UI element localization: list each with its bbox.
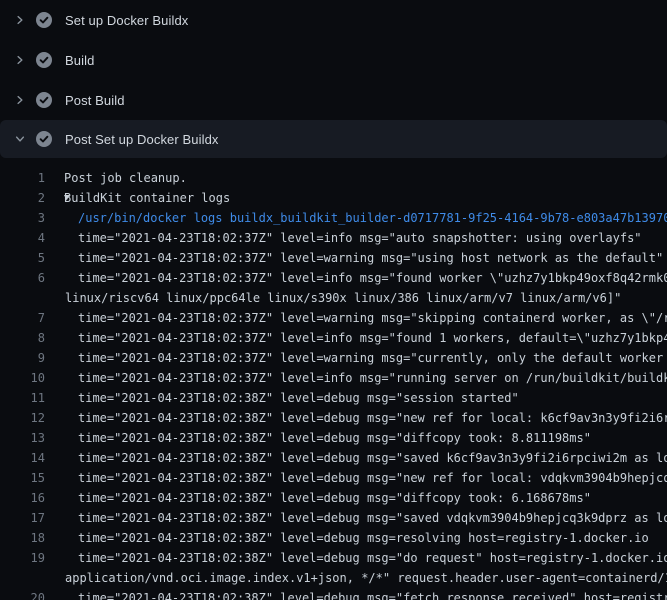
log-line: 18time="2021-04-23T18:02:38Z" level=debu… xyxy=(0,528,667,548)
log-line-number[interactable]: 5 xyxy=(0,248,45,268)
log-line: 9time="2021-04-23T18:02:37Z" level=warni… xyxy=(0,348,667,368)
log-line-text: application/vnd.oci.image.index.v1+json,… xyxy=(45,568,667,588)
chevron-right-icon xyxy=(12,52,28,68)
check-circle-icon xyxy=(36,131,52,147)
log-line-number[interactable]: 12 xyxy=(0,408,45,428)
step-title: Build xyxy=(65,53,94,68)
log-line-number[interactable]: 6 xyxy=(0,268,45,288)
log-line-number[interactable]: 3 xyxy=(0,208,45,228)
chevron-right-icon xyxy=(12,92,28,108)
log-line-number[interactable]: 9 xyxy=(0,348,45,368)
log-line-number[interactable]: 16 xyxy=(0,488,45,508)
log-line-number[interactable]: 17 xyxy=(0,508,45,528)
log-line-number[interactable]: 18 xyxy=(0,528,45,548)
log-line-text: time="2021-04-23T18:02:37Z" level=info m… xyxy=(45,228,642,248)
log-line-number[interactable]: 7 xyxy=(0,308,45,328)
log-line-text: time="2021-04-23T18:02:38Z" level=debug … xyxy=(45,548,667,568)
log-line-text: time="2021-04-23T18:02:37Z" level=warnin… xyxy=(45,248,663,268)
log-line-text: time="2021-04-23T18:02:37Z" level=info m… xyxy=(45,268,667,288)
log-line: 10time="2021-04-23T18:02:37Z" level=info… xyxy=(0,368,667,388)
log-line-number[interactable]: 15 xyxy=(0,468,45,488)
step-row-post-set-up-docker-buildx[interactable]: Post Set up Docker Buildx xyxy=(0,120,667,158)
actions-log-viewer: Set up Docker Buildx Build Post Build Post … xyxy=(0,0,667,600)
log-line-number[interactable]: 8 xyxy=(0,328,45,348)
log-line: 3/usr/bin/docker logs buildx_buildkit_bu… xyxy=(0,208,667,228)
log-line: 13time="2021-04-23T18:02:38Z" level=debu… xyxy=(0,428,667,448)
log-line-text: time="2021-04-23T18:02:38Z" level=debug … xyxy=(45,408,667,428)
log-line: 6time="2021-04-23T18:02:37Z" level=info … xyxy=(0,268,667,288)
step-list: Set up Docker Buildx Build Post Build Post … xyxy=(0,0,667,158)
chevron-right-icon xyxy=(12,12,28,28)
step-title: Set up Docker Buildx xyxy=(65,13,188,28)
log-line-number[interactable]: 19 xyxy=(0,548,45,568)
log-line-number[interactable]: 4 xyxy=(0,228,45,248)
log-line-number xyxy=(0,288,45,308)
log-line-text: time="2021-04-23T18:02:37Z" level=info m… xyxy=(45,328,667,348)
log-group-label[interactable]: BuildKit container logs xyxy=(64,188,230,208)
log-line-text: Post job cleanup. xyxy=(45,168,187,188)
log-line-number xyxy=(0,568,45,588)
log-line-text: time="2021-04-23T18:02:38Z" level=debug … xyxy=(45,448,667,468)
log-line-text: time="2021-04-23T18:02:38Z" level=debug … xyxy=(45,468,667,488)
log-line-text: time="2021-04-23T18:02:37Z" level=info m… xyxy=(45,368,667,388)
log-line: 19time="2021-04-23T18:02:38Z" level=debu… xyxy=(0,548,667,568)
log-line-text: time="2021-04-23T18:02:38Z" level=debug … xyxy=(45,388,519,408)
log-line: 11time="2021-04-23T18:02:38Z" level=debu… xyxy=(0,388,667,408)
log-line-number[interactable]: 2 xyxy=(0,188,45,208)
step-title: Post Set up Docker Buildx xyxy=(65,132,219,147)
log-line: 20time="2021-04-23T18:02:38Z" level=debu… xyxy=(0,588,667,600)
log-line: 8time="2021-04-23T18:02:37Z" level=info … xyxy=(0,328,667,348)
log-line: 14time="2021-04-23T18:02:38Z" level=debu… xyxy=(0,448,667,468)
log-line-number[interactable]: 1 xyxy=(0,168,45,188)
step-row-post-build[interactable]: Post Build xyxy=(0,80,667,120)
log-line-text: linux/riscv64 linux/ppc64le linux/s390x … xyxy=(45,288,621,308)
log-line: 15time="2021-04-23T18:02:38Z" level=debu… xyxy=(0,468,667,488)
group-collapse-icon[interactable]: ▼ xyxy=(45,188,64,208)
log-line: linux/riscv64 linux/ppc64le linux/s390x … xyxy=(0,288,667,308)
log-line-number[interactable]: 11 xyxy=(0,388,45,408)
log-line: 2▼BuildKit container logs xyxy=(0,188,667,208)
step-title: Post Build xyxy=(65,93,125,108)
log-line: 4time="2021-04-23T18:02:37Z" level=info … xyxy=(0,228,667,248)
log-line-number[interactable]: 14 xyxy=(0,448,45,468)
log-line-text: time="2021-04-23T18:02:37Z" level=warnin… xyxy=(45,308,667,328)
log-command-text: /usr/bin/docker logs buildx_buildkit_bui… xyxy=(45,208,667,228)
log-line-number[interactable]: 13 xyxy=(0,428,45,448)
log-line-number[interactable]: 10 xyxy=(0,368,45,388)
check-circle-icon xyxy=(36,52,52,68)
log-line-text: time="2021-04-23T18:02:38Z" level=debug … xyxy=(45,508,667,528)
log-area: 1Post job cleanup.2▼BuildKit container l… xyxy=(0,160,667,600)
check-circle-icon xyxy=(36,92,52,108)
log-line: 7time="2021-04-23T18:02:37Z" level=warni… xyxy=(0,308,667,328)
log-line: 5time="2021-04-23T18:02:37Z" level=warni… xyxy=(0,248,667,268)
log-line: 17time="2021-04-23T18:02:38Z" level=debu… xyxy=(0,508,667,528)
step-row-build[interactable]: Build xyxy=(0,40,667,80)
log-line: 16time="2021-04-23T18:02:38Z" level=debu… xyxy=(0,488,667,508)
log-line: 1Post job cleanup. xyxy=(0,168,667,188)
check-circle-icon xyxy=(36,12,52,28)
log-line: application/vnd.oci.image.index.v1+json,… xyxy=(0,568,667,588)
log-line-number[interactable]: 20 xyxy=(0,588,45,600)
log-line-text: time="2021-04-23T18:02:38Z" level=debug … xyxy=(45,428,591,448)
step-row-set-up-docker-buildx[interactable]: Set up Docker Buildx xyxy=(0,0,667,40)
log-line-text: time="2021-04-23T18:02:38Z" level=debug … xyxy=(45,588,667,600)
log-line-text: time="2021-04-23T18:02:38Z" level=debug … xyxy=(45,488,591,508)
chevron-down-icon xyxy=(12,131,28,147)
log-line-text: time="2021-04-23T18:02:38Z" level=debug … xyxy=(45,528,649,548)
log-line: 12time="2021-04-23T18:02:38Z" level=debu… xyxy=(0,408,667,428)
log-line-text: time="2021-04-23T18:02:37Z" level=warnin… xyxy=(45,348,667,368)
